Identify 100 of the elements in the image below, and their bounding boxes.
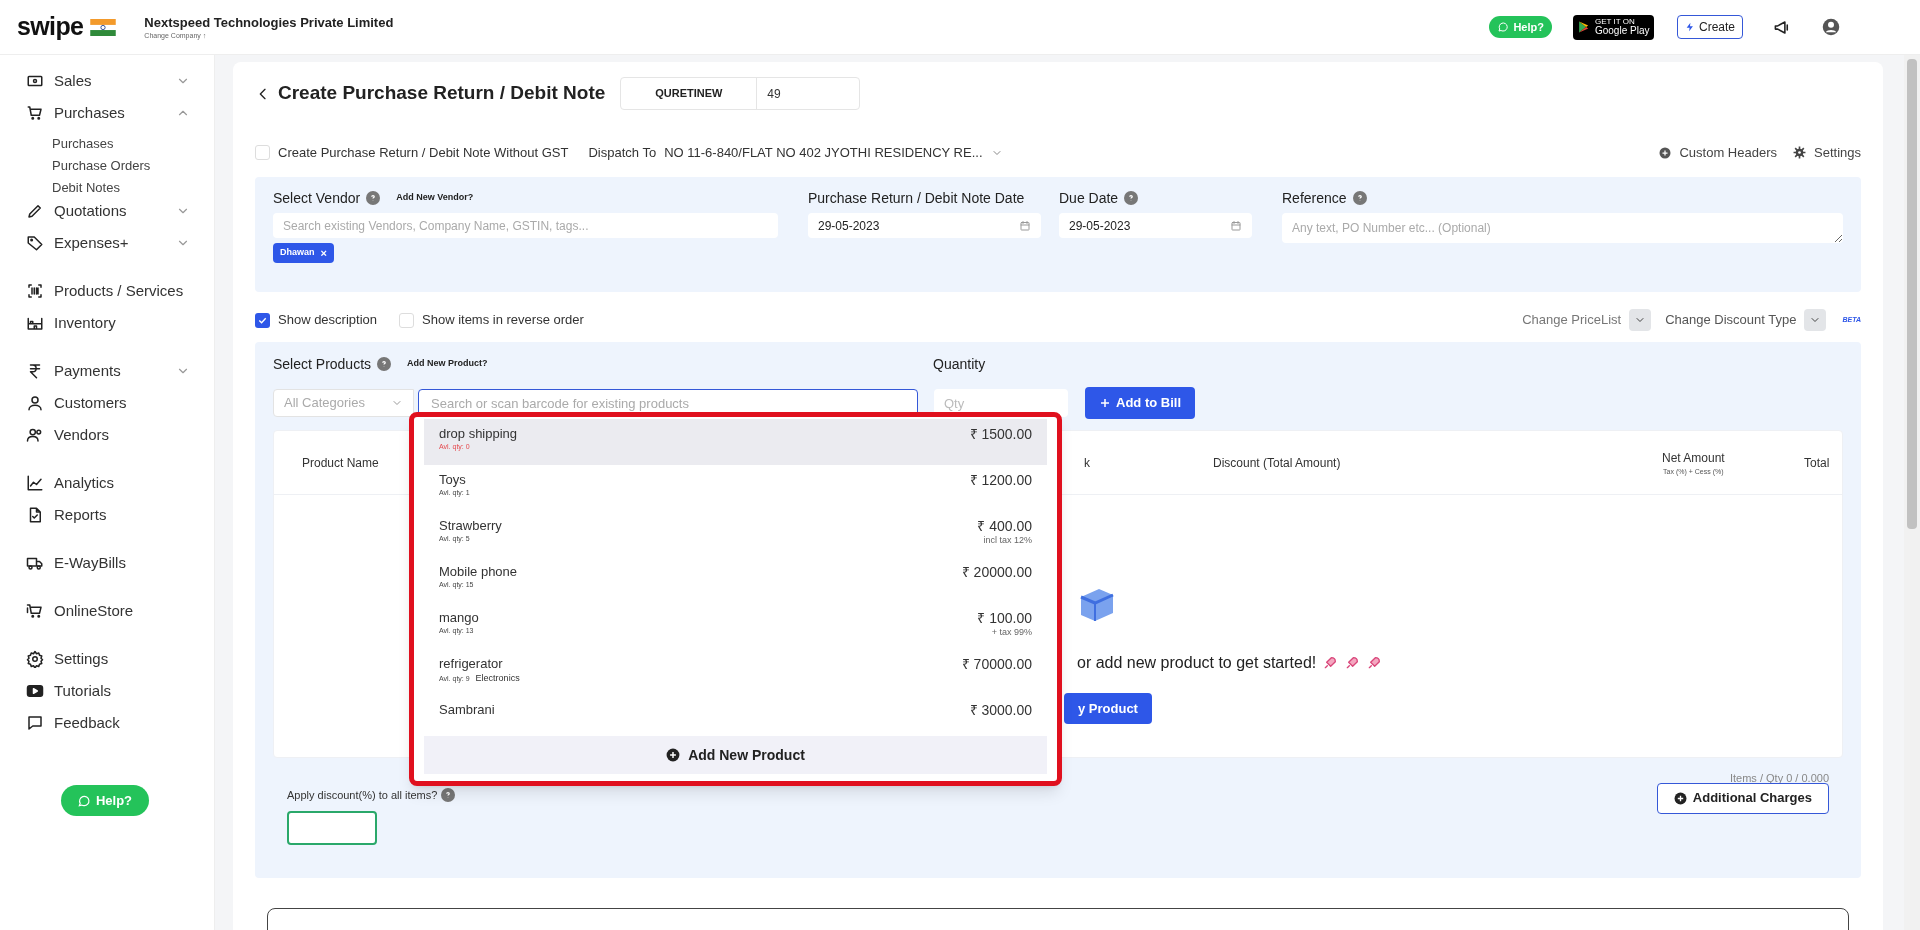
due-date-field[interactable]: 29-05-2023 bbox=[1059, 213, 1252, 238]
add-new-product-button[interactable]: Add New Product bbox=[424, 736, 1047, 774]
sidebar-item[interactable]: Tutorials bbox=[0, 675, 214, 707]
dispatch-address-dropdown[interactable]: NO 11-6-840/FLAT NO 402 JYOTHI RESIDENCY RE... bbox=[664, 142, 983, 163]
date-field[interactable]: 29-05-2023 bbox=[808, 213, 1041, 238]
discount-field[interactable] bbox=[287, 811, 377, 845]
sidebar-item[interactable]: Sales bbox=[0, 65, 214, 97]
product-name: Mobile phone bbox=[439, 564, 518, 580]
chat-icon bbox=[26, 714, 44, 732]
people-icon bbox=[26, 426, 44, 444]
help-icon bbox=[441, 787, 456, 802]
plus-circle-icon bbox=[1659, 146, 1672, 159]
product-name: mango bbox=[439, 610, 479, 626]
page-title: Create Purchase Return / Debit Note bbox=[278, 81, 606, 106]
product-name: Sambrani bbox=[439, 702, 495, 718]
sidebar-item[interactable]: Feedback bbox=[0, 707, 214, 739]
field-label: Reference bbox=[1282, 188, 1347, 208]
plus-circle-icon bbox=[666, 748, 681, 762]
play-icon bbox=[26, 682, 44, 700]
field-label: Select Products bbox=[273, 354, 372, 374]
product-category: Electronics bbox=[475, 672, 520, 685]
app-logo[interactable]: swipe bbox=[17, 8, 84, 46]
help-icon bbox=[366, 191, 381, 205]
sidebar-item[interactable]: E-WayBills bbox=[0, 547, 214, 579]
field-label: Select Vendor bbox=[273, 188, 361, 208]
sidebar-item[interactable]: Payments bbox=[0, 355, 214, 387]
company-name: Nextspeed Technologies Private Limited bbox=[144, 14, 394, 31]
gear-icon bbox=[1793, 146, 1806, 159]
sidebar-item[interactable]: Settings bbox=[0, 643, 214, 675]
tax-note: incl tax 12% bbox=[983, 534, 1032, 547]
help-icon bbox=[1352, 191, 1367, 205]
dispatch-label: Dispatch To bbox=[588, 143, 657, 162]
pricelist-dropdown[interactable] bbox=[1629, 309, 1652, 331]
avatar-icon[interactable] bbox=[1822, 18, 1840, 36]
lightning-icon bbox=[1684, 22, 1695, 32]
plus-circle-icon bbox=[1673, 791, 1687, 805]
rocket-icon bbox=[1344, 655, 1361, 671]
help-icon bbox=[377, 357, 392, 371]
discount-label: Apply discount(%) to all items? bbox=[287, 787, 438, 803]
whatsapp-icon bbox=[1497, 21, 1510, 33]
product-name: Toys bbox=[439, 472, 467, 488]
product-price: ₹ 20000.00 bbox=[961, 564, 1032, 580]
tax-note: + tax 99% bbox=[991, 626, 1032, 639]
field-label: Purchase Return / Debit Note Date bbox=[808, 188, 1025, 208]
settings-link[interactable]: Settings bbox=[1814, 142, 1861, 163]
checkbox-label: Show items in reverse order bbox=[422, 311, 584, 330]
person-icon bbox=[26, 394, 44, 412]
checkbox-label: Create Purchase Return / Debit Note Without GST bbox=[278, 143, 569, 162]
add-product-button[interactable]: y Product bbox=[1064, 693, 1152, 724]
sidebar-item[interactable]: Reports bbox=[0, 499, 214, 531]
custom-headers-link[interactable]: Custom Headers bbox=[1679, 142, 1777, 163]
column-header: Total bbox=[1804, 455, 1830, 472]
product-price: ₹ 3000.00 bbox=[969, 702, 1032, 718]
checkbox[interactable] bbox=[255, 145, 270, 160]
product-price: ₹ 100.00 bbox=[977, 610, 1032, 626]
sidebar-item[interactable]: Purchases bbox=[0, 97, 214, 129]
discount-type-dropdown[interactable] bbox=[1804, 309, 1827, 331]
sidebar-item[interactable]: Vendors bbox=[0, 419, 214, 451]
vendor-tag[interactable]: Dhawan × bbox=[273, 243, 334, 263]
calendar-icon bbox=[1019, 219, 1031, 232]
product-price: ₹ 1500.00 bbox=[969, 426, 1032, 442]
scrollbar[interactable] bbox=[1904, 55, 1920, 930]
column-header: Discount (Total Amount) bbox=[1213, 455, 1341, 472]
additional-charges-button[interactable]: Additional Charges bbox=[1656, 782, 1829, 814]
pencil-icon bbox=[26, 202, 44, 220]
checkbox-label: Show description bbox=[278, 311, 377, 330]
product-price: ₹ 70000.00 bbox=[961, 656, 1032, 672]
product-price: ₹ 400.00 bbox=[977, 518, 1032, 534]
sidebar-item[interactable]: OnlineStore bbox=[0, 595, 214, 627]
checkbox[interactable] bbox=[399, 312, 414, 328]
calendar-icon bbox=[1230, 219, 1242, 232]
barcode-icon bbox=[26, 282, 44, 300]
remove-tag-button[interactable]: × bbox=[320, 244, 327, 262]
rocket-icon bbox=[1322, 655, 1339, 671]
sidebar-item[interactable]: Products / Services bbox=[0, 275, 214, 307]
reference-field[interactable]: Any text, PO Number etc... (Optional) bbox=[1282, 213, 1843, 243]
google-play-button[interactable]: GET IT ON Google Play bbox=[1572, 14, 1654, 40]
sidebar-item[interactable]: Inventory bbox=[0, 307, 214, 339]
rocket-icon bbox=[1366, 655, 1383, 671]
empty-state-message: or add new product to get started! bbox=[1077, 653, 1317, 673]
add-product-link[interactable]: Add New Product? bbox=[407, 357, 488, 371]
cart-icon bbox=[26, 104, 44, 122]
play-store-icon bbox=[1576, 20, 1591, 34]
document-number-field[interactable]: QURETINEW 49 bbox=[620, 77, 861, 110]
gear-icon bbox=[26, 650, 44, 668]
pricelist-label: Change PriceList bbox=[1522, 311, 1622, 330]
create-button[interactable]: Create bbox=[1676, 15, 1743, 39]
sidebar-subitem[interactable]: Purchase Orders bbox=[0, 155, 214, 177]
sidebar-subitem[interactable]: Purchases bbox=[0, 133, 214, 155]
add-vendor-link[interactable]: Add New Vendor? bbox=[396, 191, 474, 205]
plus-icon bbox=[1099, 397, 1111, 409]
vendor-search-field[interactable]: Search existing Vendors, Company Name, GSTIN, tags... bbox=[273, 213, 778, 238]
product-price: ₹ 1200.00 bbox=[969, 472, 1032, 488]
sidebar-item[interactable]: Analytics bbox=[0, 467, 214, 499]
checkbox[interactable] bbox=[255, 312, 270, 328]
add-to-bill-button[interactable]: Add to Bill bbox=[1085, 387, 1195, 419]
sidebar-item[interactable]: Customers bbox=[0, 387, 214, 419]
sidebar-item[interactable]: Expenses+ bbox=[0, 227, 214, 259]
field-label: Due Date bbox=[1059, 188, 1119, 208]
cart-icon bbox=[26, 602, 44, 620]
